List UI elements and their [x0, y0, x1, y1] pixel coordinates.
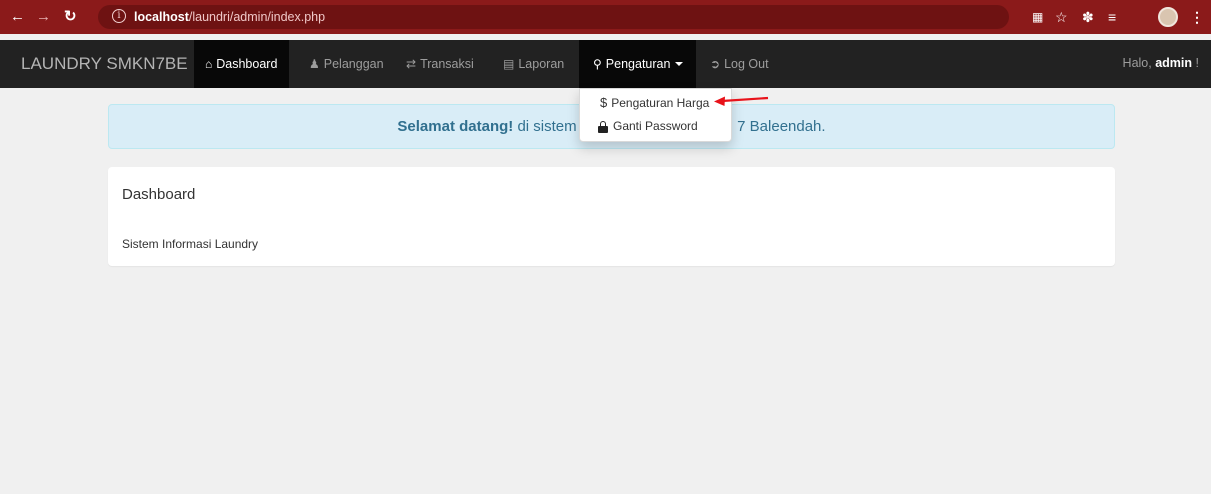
menu-kebab-icon[interactable]: ⋮ — [1190, 8, 1204, 26]
url-text: localhost/laundri/admin/index.php — [134, 10, 326, 24]
nav-pengaturan-dropdown[interactable]: ⚲ Pengaturan — [579, 40, 696, 88]
profile-avatar-icon[interactable] — [1158, 7, 1178, 27]
arrow-left-icon[interactable]: ← — [10, 7, 25, 27]
nav-transaksi-label: Transaksi — [420, 57, 474, 71]
user-icon: ♟ — [309, 57, 320, 71]
extensions-icon[interactable]: ✽ — [1082, 8, 1094, 26]
menu-item-label: Ganti Password — [613, 119, 698, 133]
reload-icon[interactable]: ↻ — [64, 7, 77, 27]
panel-title: Dashboard — [122, 186, 196, 203]
lock-icon — [598, 120, 608, 133]
nav-pengaturan-label: Pengaturan — [605, 57, 671, 71]
list-alt-icon: ▤ — [503, 57, 515, 71]
home-icon: ⌂ — [205, 57, 213, 71]
panel-body-text: Sistem Informasi Laundry — [122, 237, 259, 251]
random-icon: ⇄ — [406, 57, 417, 71]
alert-strong-text: Selamat datang! — [397, 118, 514, 135]
arrow-right-icon[interactable]: → — [36, 7, 51, 27]
address-bar[interactable]: i localhost/laundri/admin/index.php — [98, 5, 1009, 29]
nav-logout-label: Log Out — [724, 57, 769, 71]
nav-logout[interactable]: ➲ Log Out — [700, 40, 780, 88]
nav-pelanggan[interactable]: ♟ Pelanggan — [299, 40, 389, 88]
info-icon[interactable]: i — [112, 9, 126, 23]
media-queue-icon[interactable]: ≡ — [1108, 8, 1116, 26]
nav-dashboard-label: Dashboard — [216, 57, 278, 71]
nav-dashboard[interactable]: ⌂ Dashboard — [194, 40, 289, 88]
dollar-icon: $ — [600, 95, 608, 110]
menu-item-pengaturan-harga[interactable]: $ Pengaturan Harga — [600, 95, 709, 110]
nav-laporan[interactable]: ▤ Laporan — [493, 40, 573, 88]
dashboard-panel: Dashboard Sistem Informasi Laundry — [108, 167, 1115, 266]
user-greeting: Halo, admin ! — [1122, 56, 1199, 70]
menu-item-label: Pengaturan Harga — [611, 95, 710, 110]
translate-icon[interactable]: ▦ — [1032, 8, 1043, 26]
red-arrow-annotation — [714, 96, 769, 106]
menu-item-ganti-password[interactable]: Ganti Password — [598, 119, 698, 133]
star-icon[interactable]: ☆ — [1055, 8, 1068, 26]
main-navbar: LAUNDRY SMKN7BE ⌂ Dashboard ♟ Pelanggan … — [0, 40, 1211, 88]
pengaturan-dropdown-menu: $ Pengaturan Harga Ganti Password — [579, 88, 732, 142]
alert-text-start: di sistem i — [517, 118, 585, 135]
wrench-icon: ⚲ — [593, 57, 602, 71]
nav-transaksi[interactable]: ⇄ Transaksi — [397, 40, 492, 88]
nav-pelanggan-label: Pelanggan — [323, 57, 384, 71]
nav-laporan-label: Laporan — [518, 57, 565, 71]
navbar-brand[interactable]: LAUNDRY SMKN7BE — [21, 54, 188, 74]
alert-text-end: N 7 Baleendah. — [722, 118, 826, 135]
caret-down-icon — [675, 62, 684, 66]
browser-toolbar: ← → ↻ i localhost/laundri/admin/index.ph… — [0, 0, 1211, 34]
log-out-icon: ➲ — [710, 57, 721, 71]
